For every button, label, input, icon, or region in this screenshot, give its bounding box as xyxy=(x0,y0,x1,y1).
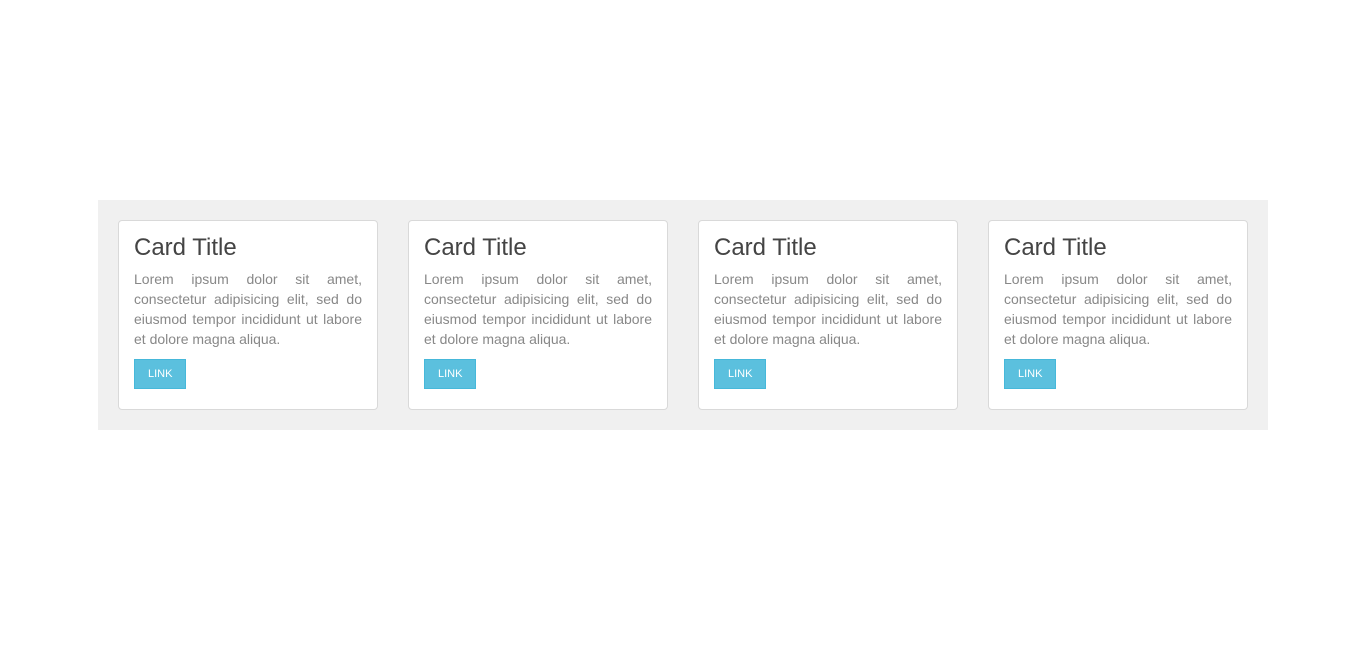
link-button[interactable]: LINK xyxy=(424,359,477,389)
card-text: Lorem ipsum dolor sit amet, consectetur … xyxy=(1004,271,1232,347)
card-text: Lorem ipsum dolor sit amet, consectetur … xyxy=(424,271,652,347)
card: Card Title Lorem ipsum dolor sit amet, c… xyxy=(118,220,378,410)
card-title: Card Title xyxy=(714,234,817,261)
card-text: Lorem ipsum dolor sit amet, consectetur … xyxy=(134,271,362,347)
card-title: Card Title xyxy=(424,234,527,261)
card-title: Card Title xyxy=(1004,234,1107,261)
link-button[interactable]: LINK xyxy=(1004,359,1057,389)
card-row: Card Title Lorem ipsum dolor sit amet, c… xyxy=(118,220,1248,410)
link-button[interactable]: LINK xyxy=(714,359,767,389)
card: Card Title Lorem ipsum dolor sit amet, c… xyxy=(408,220,668,410)
card-title: Card Title xyxy=(134,234,237,261)
card: Card Title Lorem ipsum dolor sit amet, c… xyxy=(988,220,1248,410)
card-section: Card Title Lorem ipsum dolor sit amet, c… xyxy=(98,200,1268,430)
link-button[interactable]: LINK xyxy=(134,359,187,389)
card-text: Lorem ipsum dolor sit amet, consectetur … xyxy=(714,271,942,347)
card: Card Title Lorem ipsum dolor sit amet, c… xyxy=(698,220,958,410)
